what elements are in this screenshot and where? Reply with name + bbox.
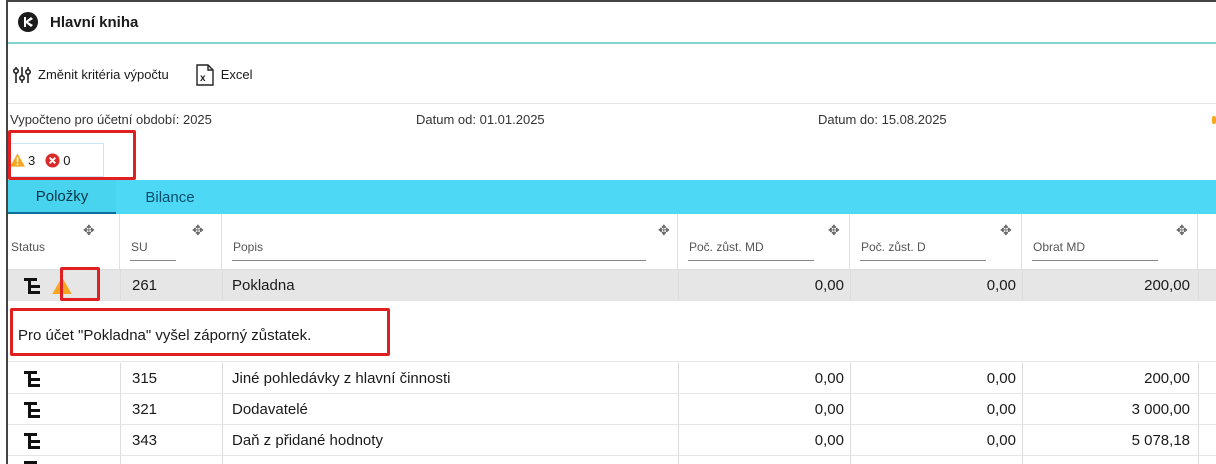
poc-md-cell: 0,00 xyxy=(814,370,844,387)
table-row[interactable] xyxy=(8,456,1216,464)
date-to-text: Datum do: 15.08.2025 xyxy=(818,112,947,127)
error-icon xyxy=(45,152,60,168)
table-row[interactable]: 261 Pokladna 0,00 0,00 200,00 xyxy=(8,270,1216,301)
obrat-md-cell: 5 078,18 xyxy=(1131,432,1190,449)
app-logo-icon xyxy=(18,12,38,32)
popis-cell: Dodavatelé xyxy=(232,401,308,418)
poc-d-cell: 0,00 xyxy=(986,277,1016,294)
status-cell xyxy=(24,456,40,464)
tree-structure-icon[interactable] xyxy=(24,460,40,464)
column-label: Status xyxy=(11,240,46,254)
toolbar: Změnit kritéria výpočtu x Excel xyxy=(8,46,1216,104)
poc-md-cell: 0,00 xyxy=(814,432,844,449)
obrat-md-cell: 3 000,00 xyxy=(1131,401,1190,418)
su-cell: 321 xyxy=(132,401,158,418)
obrat-md-cell: 200,00 xyxy=(1144,370,1190,387)
error-count: 0 xyxy=(63,152,71,168)
poc-d-cell: 0,00 xyxy=(986,370,1016,387)
poc-d-cell: 0,00 xyxy=(986,432,1016,449)
popis-cell: Jiné pohledávky z hlavní činnosti xyxy=(232,370,451,387)
period-text: Vypočteno pro účetní období: 2025 xyxy=(10,112,212,127)
su-cell: 315 xyxy=(132,370,158,387)
column-header-poc-d[interactable]: ✥ Poč. zůst. D xyxy=(850,214,1022,270)
ledger-window: Hlavní kniha Změnit kritéria výpočtu x E… xyxy=(6,0,1216,464)
tree-structure-icon[interactable] xyxy=(24,401,40,419)
excel-export-button[interactable]: x Excel xyxy=(195,63,253,86)
table-row[interactable]: 321 Dodavatelé 0,00 0,00 3 000,00 xyxy=(8,394,1216,425)
warning-icon[interactable] xyxy=(52,277,72,294)
su-cell: 343 xyxy=(132,432,158,449)
validation-message-text: Pro účet "Pokladna" vyšel záporný zůstat… xyxy=(18,327,312,344)
tab-bar: Položky Bilance xyxy=(8,180,1216,214)
tab-polozky[interactable]: Položky xyxy=(8,180,116,214)
move-column-icon[interactable]: ✥ xyxy=(828,222,840,239)
tab-bilance[interactable]: Bilance xyxy=(116,180,224,214)
status-badges[interactable]: 3 0 xyxy=(8,143,104,177)
popis-cell: Pokladna xyxy=(232,277,295,294)
column-label: Poč. zůst. D xyxy=(861,240,926,254)
sliders-icon xyxy=(12,66,32,83)
column-header-status[interactable]: ✥ Status xyxy=(8,214,120,270)
column-label: Obrat MD xyxy=(1033,240,1086,254)
column-header-su[interactable]: ✥ SU xyxy=(120,214,222,270)
move-column-icon[interactable]: ✥ xyxy=(658,222,670,239)
info-row: Vypočteno pro účetní období: 2025 Datum … xyxy=(8,106,1216,130)
table-header: ✥ Status ✥ SU ✥ Popis ✥ Poč. zůst. MD ✥ … xyxy=(8,214,1216,270)
column-header-popis[interactable]: ✥ Popis xyxy=(222,214,678,270)
table-row[interactable]: 343 Daň z přidané hodnoty 0,00 0,00 5 07… xyxy=(8,425,1216,456)
column-header-obrat-md[interactable]: ✥ Obrat MD xyxy=(1022,214,1198,270)
tree-structure-icon[interactable] xyxy=(24,370,40,388)
column-header-poc-md[interactable]: ✥ Poč. zůst. MD xyxy=(678,214,850,270)
move-column-icon[interactable]: ✥ xyxy=(1176,222,1188,239)
date-from-text: Datum od: 01.01.2025 xyxy=(416,112,545,127)
svg-text:x: x xyxy=(200,73,206,84)
overflow-indicator xyxy=(1212,116,1216,124)
column-label: Poč. zůst. MD xyxy=(689,240,764,254)
column-label: Popis xyxy=(233,240,264,254)
poc-d-cell: 0,00 xyxy=(986,401,1016,418)
warning-count-badge[interactable]: 3 xyxy=(10,153,35,168)
move-column-icon[interactable]: ✥ xyxy=(192,222,204,239)
status-cell xyxy=(24,270,84,301)
tree-structure-icon[interactable] xyxy=(24,432,40,450)
popis-cell: Daň z přidané hodnoty xyxy=(232,432,383,449)
change-criteria-label: Změnit kritéria výpočtu xyxy=(38,67,169,82)
change-criteria-button[interactable]: Změnit kritéria výpočtu xyxy=(12,65,169,85)
obrat-md-cell: 200,00 xyxy=(1144,277,1190,294)
tree-structure-icon[interactable] xyxy=(24,277,40,295)
column-label: SU xyxy=(131,240,148,254)
window-title: Hlavní kniha xyxy=(50,13,139,31)
status-cell xyxy=(24,363,40,394)
excel-file-icon: x xyxy=(196,63,214,86)
move-column-icon[interactable]: ✥ xyxy=(83,222,95,239)
error-count-badge[interactable]: 0 xyxy=(45,153,70,168)
table-row[interactable]: 315 Jiné pohledávky z hlavní činnosti 0,… xyxy=(8,363,1216,394)
title-bar: Hlavní kniha xyxy=(8,2,1216,44)
excel-export-label: Excel xyxy=(220,67,253,82)
move-column-icon[interactable]: ✥ xyxy=(1000,222,1012,239)
status-cell xyxy=(24,425,40,456)
su-cell: 261 xyxy=(132,277,158,294)
status-cell xyxy=(24,394,40,425)
validation-message: Pro účet "Pokladna" vyšel záporný zůstat… xyxy=(8,302,1216,362)
warning-icon xyxy=(10,153,25,167)
warning-count: 3 xyxy=(28,152,36,168)
poc-md-cell: 0,00 xyxy=(814,401,844,418)
poc-md-cell: 0,00 xyxy=(814,277,844,294)
